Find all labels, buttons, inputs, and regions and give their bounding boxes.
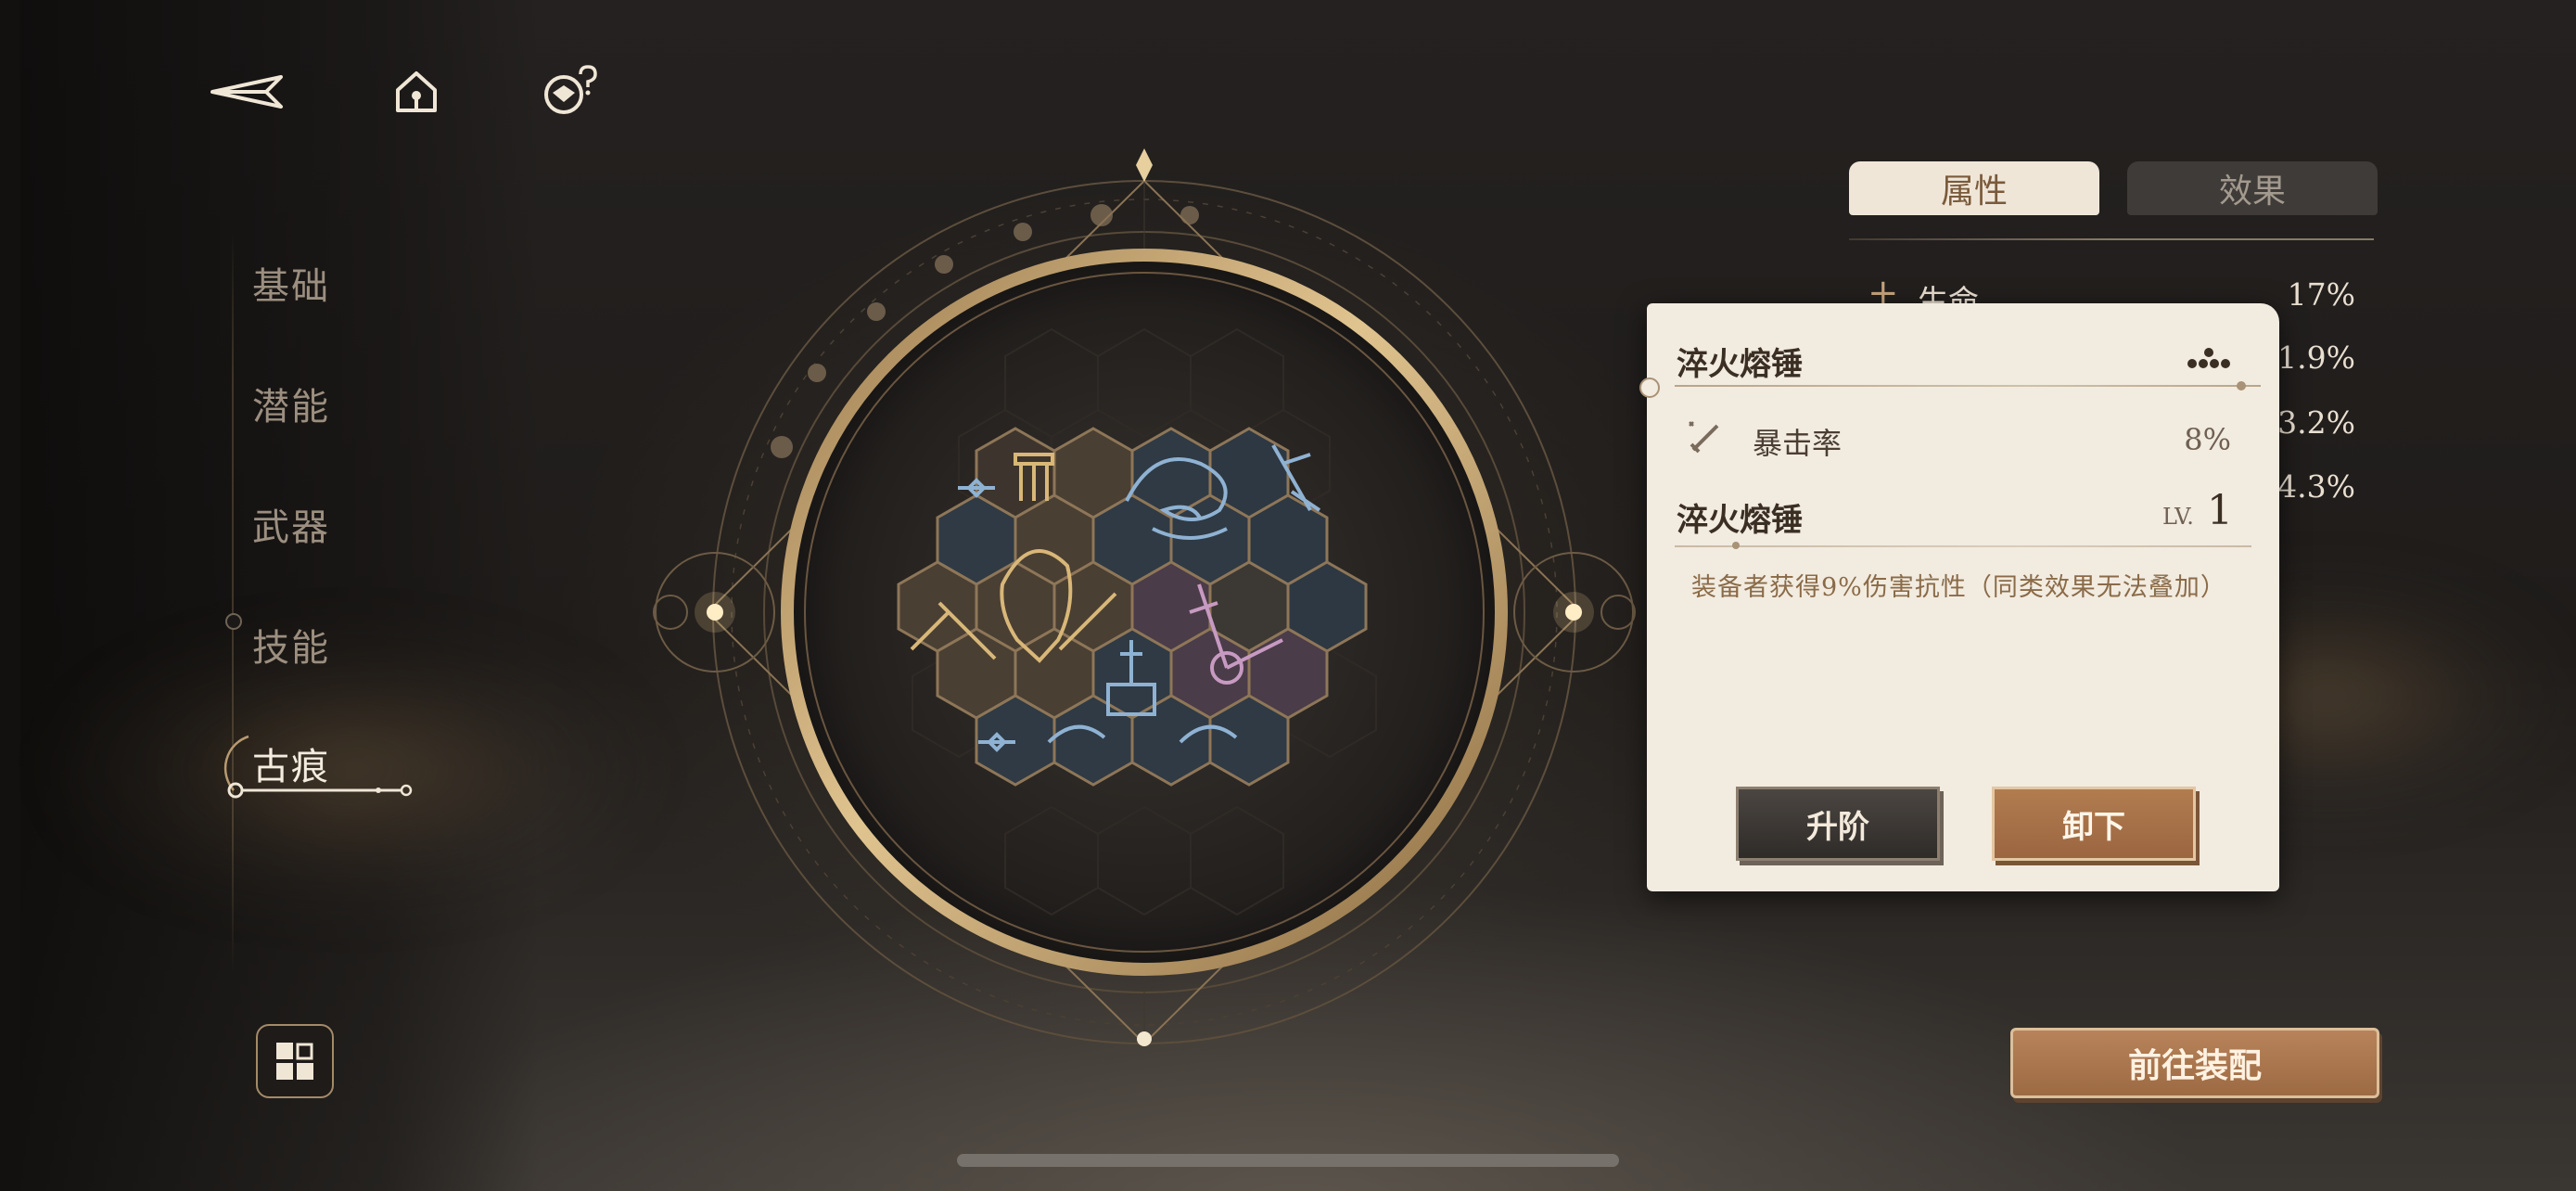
home-indicator[interactable] — [957, 1154, 1619, 1167]
nav-item-label: 基础 — [252, 265, 330, 308]
stat-value: 1.9% — [2277, 339, 2355, 376]
rarity-dots-icon — [2187, 348, 2230, 368]
screen-edge — [0, 0, 20, 1191]
tab-divider — [1849, 238, 2374, 240]
goto-equip-button[interactable]: 前往装配 — [2010, 1028, 2379, 1098]
bottom-marker — [1137, 1031, 1152, 1046]
grid-icon — [276, 1043, 313, 1080]
stat-value: 4.3% — [2277, 468, 2355, 505]
card-divider-knob — [1639, 378, 1660, 398]
level-value: 1 — [2207, 487, 2233, 534]
ancient-marks-board — [653, 148, 1636, 1046]
card-divider — [1675, 385, 2261, 387]
nav-item-skill[interactable]: 技能 — [252, 612, 401, 677]
card-divider-dot — [2237, 381, 2246, 391]
unequip-button[interactable]: 卸下 — [1992, 787, 2196, 861]
nav-item-label: 武器 — [252, 506, 330, 549]
home-button[interactable] — [375, 59, 458, 124]
left-panel-background — [20, 0, 540, 1191]
nav-item-weapon[interactable]: 武器 — [252, 492, 401, 557]
top-marker — [1136, 148, 1153, 182]
nav-marker — [225, 613, 242, 630]
upgrade-button[interactable]: 升阶 — [1736, 787, 1940, 861]
effect-description: 装备者获得9%伤害抗性（同类效果无法叠加） — [1691, 573, 2226, 602]
crit-sword-icon — [1689, 421, 1719, 454]
back-arrow-icon — [210, 75, 283, 109]
left-medallion — [653, 552, 775, 672]
level-prefix: LV. — [2162, 504, 2194, 530]
help-button[interactable] — [529, 59, 612, 124]
tab-effects[interactable]: 效果 — [2127, 161, 2378, 215]
tab-label: 属性 — [1940, 173, 2008, 211]
nav-item-potential[interactable]: 潜能 — [252, 371, 401, 436]
overview-grid-button[interactable] — [256, 1024, 334, 1098]
button-label: 前往装配 — [2127, 1046, 2262, 1085]
button-label: 卸下 — [2062, 808, 2125, 846]
back-button[interactable] — [206, 59, 289, 124]
nav-item-basic[interactable]: 基础 — [252, 250, 401, 315]
card-effect-title: 淬火熔锤 — [1677, 502, 1803, 539]
card-stat-value: 8% — [2184, 422, 2231, 457]
help-bubble-icon — [544, 65, 597, 114]
stat-value: 3.2% — [2277, 404, 2355, 441]
right-medallion — [1513, 552, 1636, 672]
stat-value: 17% — [2287, 276, 2355, 313]
home-icon — [396, 71, 437, 112]
tab-attributes[interactable]: 属性 — [1849, 161, 2099, 215]
item-detail-card: 淬火熔锤 暴击率 8% 淬火熔锤 LV. 1 装备者获得9%伤害抗性（同类效果无… — [1639, 303, 2279, 891]
nav-active-indicator — [223, 735, 413, 799]
card-title: 淬火熔锤 — [1677, 346, 1803, 383]
nav-item-label: 潜能 — [252, 386, 330, 429]
card-divider — [1675, 545, 2251, 547]
card-divider-dot — [1732, 542, 1740, 549]
tab-label: 效果 — [2218, 173, 2286, 211]
nav-track — [232, 232, 234, 974]
nav-item-label: 技能 — [252, 627, 330, 670]
screen: 基础 潜能 武器 技能 古痕 属性 效果 + 生命 17% 1.9% 3.2% … — [0, 0, 2576, 1191]
card-stat-label: 暴击率 — [1753, 426, 1843, 461]
button-label: 升阶 — [1806, 808, 1869, 846]
